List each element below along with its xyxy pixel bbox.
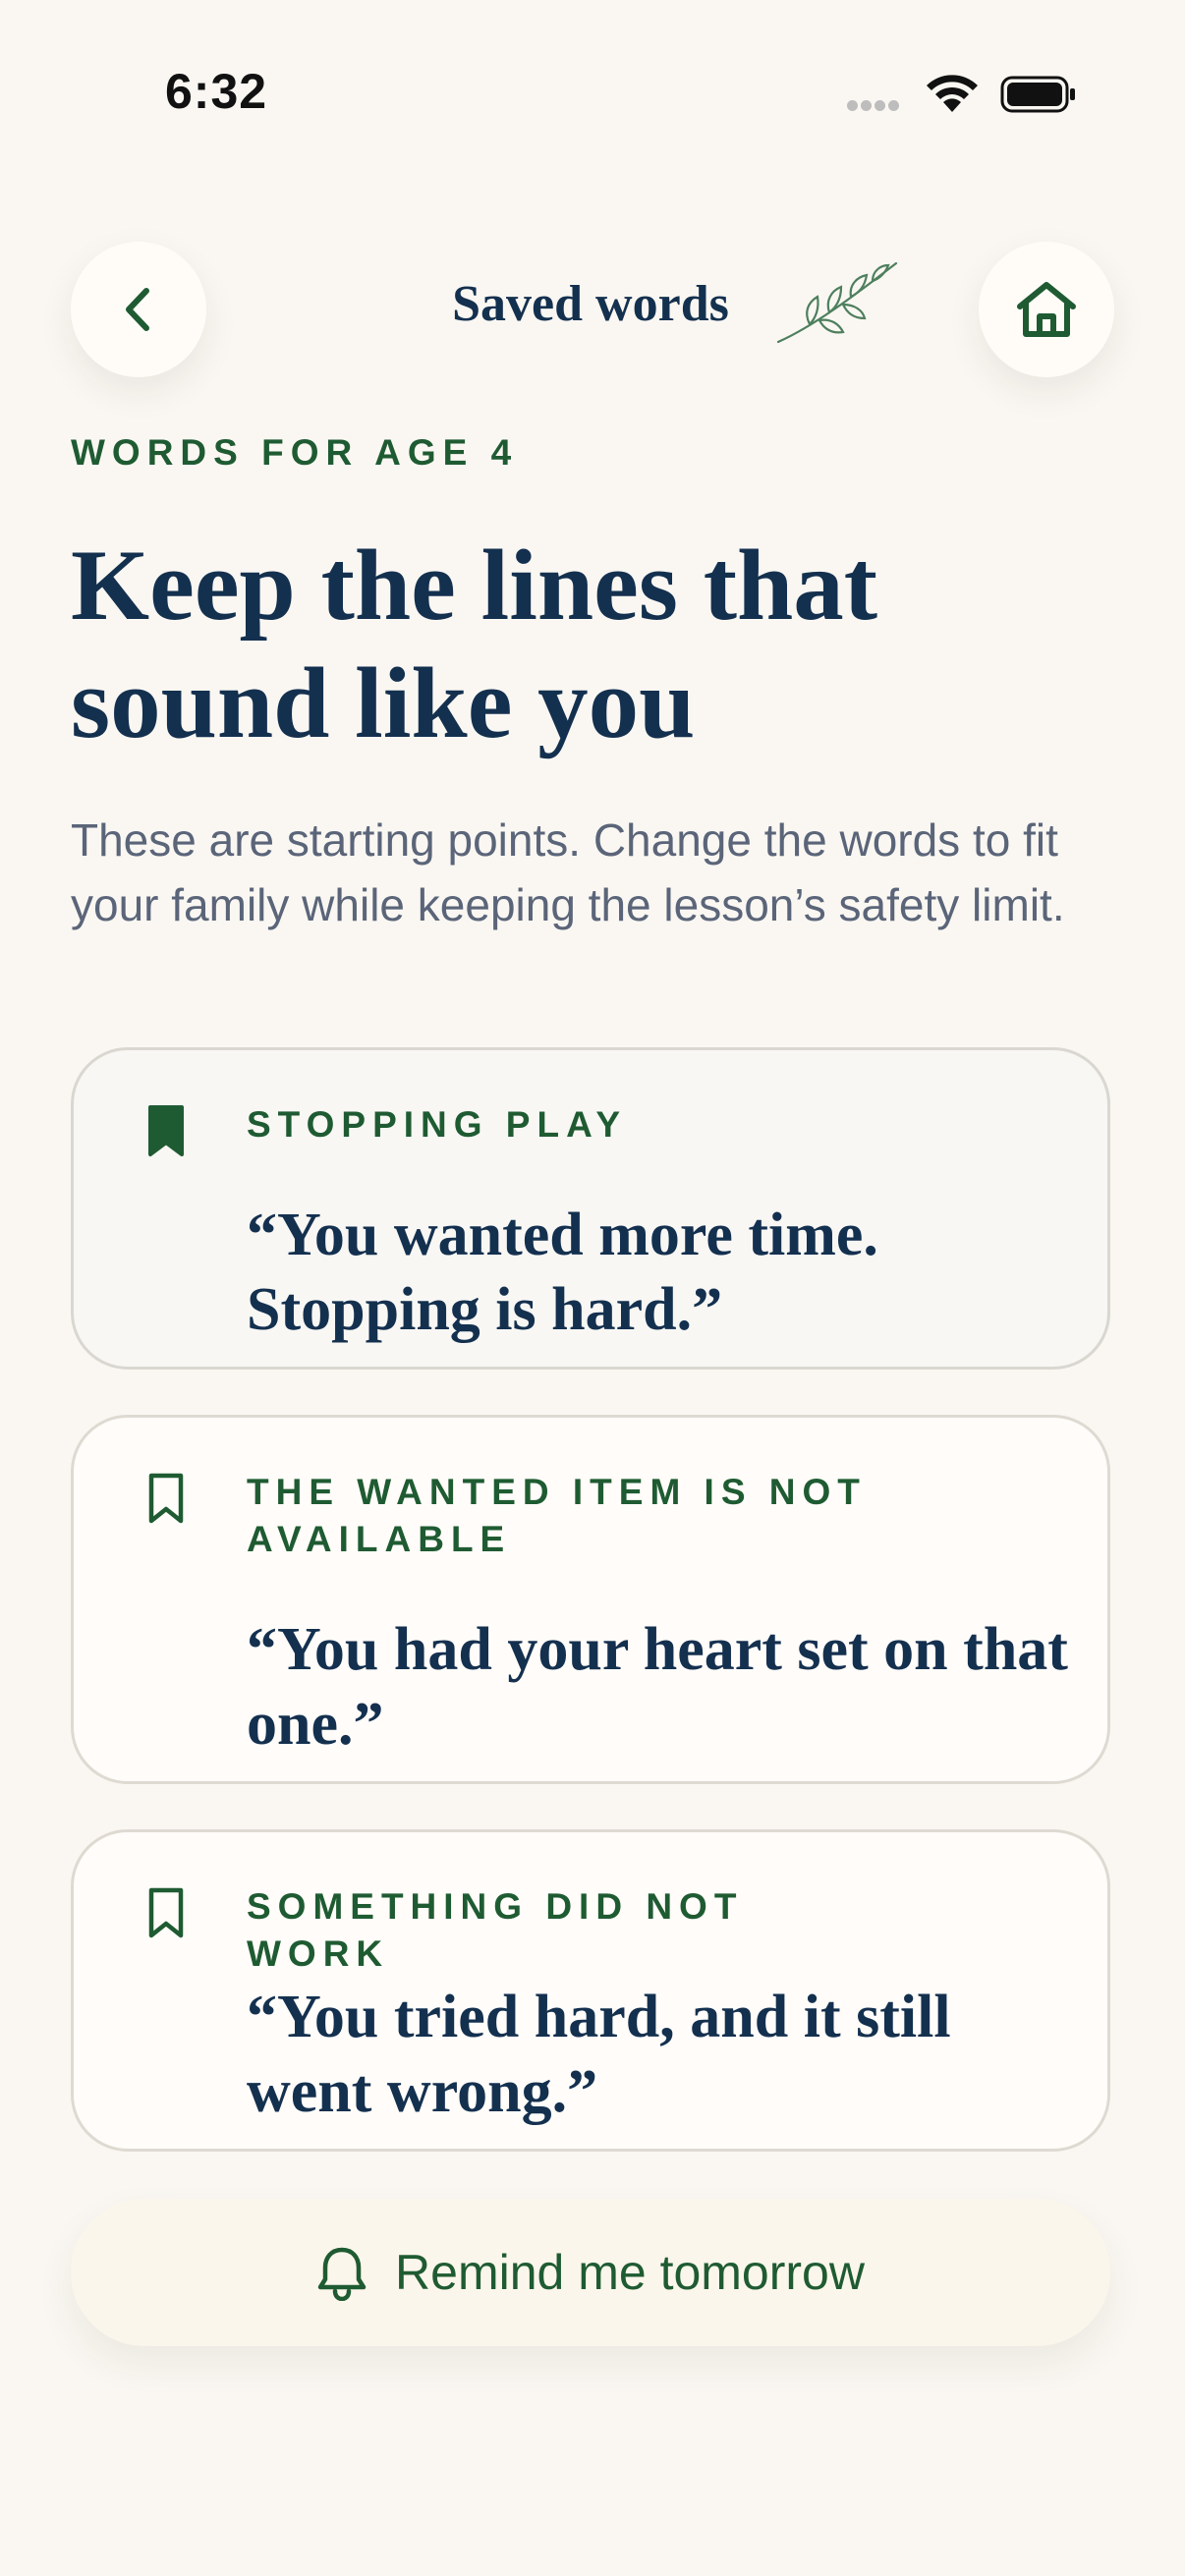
status-time: 6:32 xyxy=(165,64,268,119)
card-category: THE WANTED ITEM IS NOT AVAILABLE xyxy=(247,1472,867,1559)
wifi-icon xyxy=(927,75,978,112)
bookmark-outline-icon[interactable] xyxy=(146,1471,186,1526)
leaf-sprig-icon xyxy=(776,261,898,344)
remind-me-button[interactable]: Remind me tomorrow xyxy=(71,2199,1110,2346)
bookmark-filled-icon[interactable] xyxy=(146,1103,186,1158)
home-icon xyxy=(1017,282,1076,337)
status-bar: 6:32 xyxy=(0,0,1185,196)
intro-text: These are starting points. Change the wo… xyxy=(71,814,1065,930)
card-quote: “You tried hard, and it still went wrong… xyxy=(247,1984,951,2125)
card-quote: “You had your heart set on that one.” xyxy=(247,1616,1068,1758)
home-button[interactable] xyxy=(979,242,1114,377)
page-headline: Keep the lines that sound like you xyxy=(71,530,878,759)
bookmark-outline-icon[interactable] xyxy=(146,1885,186,1940)
remind-label: Remind me tomorrow xyxy=(395,2245,865,2300)
saved-word-card[interactable]: STOPPING PLAY “You wanted more time. Sto… xyxy=(71,1047,1110,1370)
saved-word-card[interactable]: THE WANTED ITEM IS NOT AVAILABLE “You ha… xyxy=(71,1415,1110,1784)
cellular-signal-icon xyxy=(847,98,902,116)
saved-word-card[interactable]: SOMETHING DID NOT WORK “You tried hard, … xyxy=(71,1829,1110,2152)
bell-icon xyxy=(317,2247,367,2301)
card-quote: “You wanted more time. Stopping is hard.… xyxy=(247,1202,878,1343)
card-category: SOMETHING DID NOT WORK xyxy=(247,1886,744,1974)
card-category: STOPPING PLAY xyxy=(247,1104,628,1145)
battery-icon xyxy=(1000,76,1075,113)
section-eyebrow: WORDS FOR AGE 4 xyxy=(71,432,519,473)
